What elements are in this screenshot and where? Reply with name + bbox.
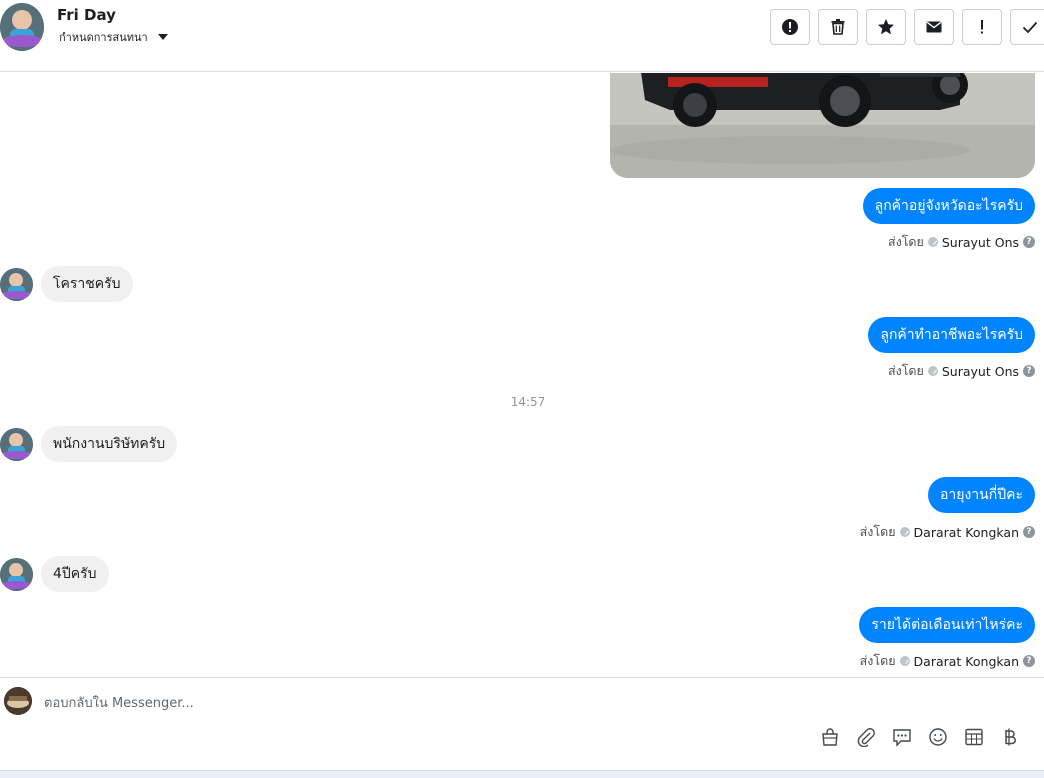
verified-icon <box>927 237 938 247</box>
message-bubble[interactable]: ลูกค้าอยู่จังหวัดอะไรครับ <box>862 188 1035 224</box>
baht-icon <box>1005 728 1016 746</box>
message-bubble[interactable]: 4ปีครับ <box>41 556 109 592</box>
outgoing-message: อายุงานกี่ปีคะ <box>928 477 1035 513</box>
message-bubble[interactable]: อายุงานกี่ปีคะ <box>928 477 1035 513</box>
caret-down-icon <box>157 34 168 40</box>
quick-reply-icon <box>893 729 911 747</box>
message-composer: ตอบกลับใน Messenger... <box>0 677 1044 759</box>
emoji-icon <box>929 728 947 746</box>
sent-by-label: ส่งโดย <box>887 234 924 249</box>
mark-done-button[interactable] <box>1010 9 1044 45</box>
trash-icon <box>831 19 845 35</box>
page-avatar <box>4 687 32 715</box>
star-icon <box>878 19 894 35</box>
sent-by-line: ส่งโดย Surayut Ons ? <box>888 232 1035 252</box>
flag-button[interactable] <box>962 9 1002 45</box>
outgoing-message: ลูกค้าอยู่จังหวัดอะไรครับ <box>862 188 1035 224</box>
appointment-button[interactable] <box>963 726 985 748</box>
check-icon <box>1022 21 1038 34</box>
sent-by-label: ส่งโดย <box>887 363 924 378</box>
sender-name: Surayut Ons <box>941 363 1019 379</box>
quick-reply-button[interactable] <box>891 726 913 748</box>
sender-name: Dararat Kongkan <box>913 524 1019 540</box>
help-icon[interactable]: ? <box>1023 236 1035 248</box>
paperclip-icon <box>857 728 875 747</box>
emoji-button[interactable] <box>927 726 949 748</box>
sent-by-line: ส่งโดย Dararat Kongkan ? <box>860 651 1035 671</box>
conversation-header: Fri Day กำหนดการสนทนา <box>0 0 1044 72</box>
message-timestamp: 14:57 <box>510 395 546 409</box>
envelope-icon <box>926 21 942 33</box>
star-button[interactable] <box>866 9 906 45</box>
table-icon <box>965 728 983 746</box>
help-icon[interactable]: ? <box>1023 655 1035 667</box>
verified-icon <box>899 656 910 666</box>
conversation-thread[interactable]: ลูกค้าอยู่จังหวัดอะไรครับ ส่งโดย Surayut… <box>0 73 1044 677</box>
message-bubble[interactable]: รายได้ต่อเดือนเท่าไหร่คะ <box>859 607 1035 643</box>
message-bubble[interactable]: ลูกค้าทำอาชีพอะไรครับ <box>868 317 1035 353</box>
incoming-message: 4ปีครับ <box>0 556 109 592</box>
verified-icon <box>927 366 938 376</box>
sent-by-line: ส่งโดย Dararat Kongkan ? <box>860 522 1035 542</box>
avatar <box>0 427 33 461</box>
outgoing-message: ลูกค้าทำอาชีพอะไรครับ <box>868 317 1035 353</box>
outgoing-message: รายได้ต่อเดือนเท่าไหร่คะ <box>859 607 1035 643</box>
message-bubble[interactable]: พนักงานบริษัทครับ <box>41 426 178 462</box>
mark-unread-button[interactable] <box>914 9 954 45</box>
composer-toolbar <box>819 726 1021 748</box>
header-toolbar <box>770 9 1044 45</box>
incoming-message: พนักงานบริษัทครับ <box>0 426 178 462</box>
help-icon[interactable]: ? <box>1023 365 1035 377</box>
conversation-label: กำหนดการสนทนา <box>59 31 148 44</box>
car-photo-attachment[interactable] <box>610 73 1035 178</box>
avatar <box>0 267 33 301</box>
report-icon <box>782 19 798 35</box>
report-button[interactable] <box>770 9 810 45</box>
sent-by-label: ส่งโดย <box>859 653 896 668</box>
sent-by-label: ส่งโดย <box>859 524 896 539</box>
verified-icon <box>899 527 910 537</box>
sent-by-line: ส่งโดย Surayut Ons ? <box>888 361 1035 381</box>
sender-name: Surayut Ons <box>941 234 1019 250</box>
attach-button[interactable] <box>855 726 877 748</box>
shop-button[interactable] <box>819 726 841 748</box>
exclamation-icon <box>981 20 983 34</box>
help-icon[interactable]: ? <box>1023 526 1035 538</box>
contact-avatar[interactable] <box>0 3 44 51</box>
sender-name: Dararat Kongkan <box>913 653 1019 669</box>
payment-button[interactable] <box>999 726 1021 748</box>
incoming-message: โคราชครับ <box>0 266 133 302</box>
contact-name[interactable]: Fri Day <box>57 6 116 24</box>
avatar <box>0 557 33 591</box>
delete-button[interactable] <box>818 9 858 45</box>
message-bubble[interactable]: โคราชครับ <box>41 266 133 302</box>
conversation-label-dropdown[interactable]: กำหนดการสนทนา <box>59 28 168 46</box>
bottom-bar <box>0 770 1044 778</box>
reply-input[interactable]: ตอบกลับใน Messenger... <box>44 692 194 713</box>
bag-icon <box>822 728 838 746</box>
